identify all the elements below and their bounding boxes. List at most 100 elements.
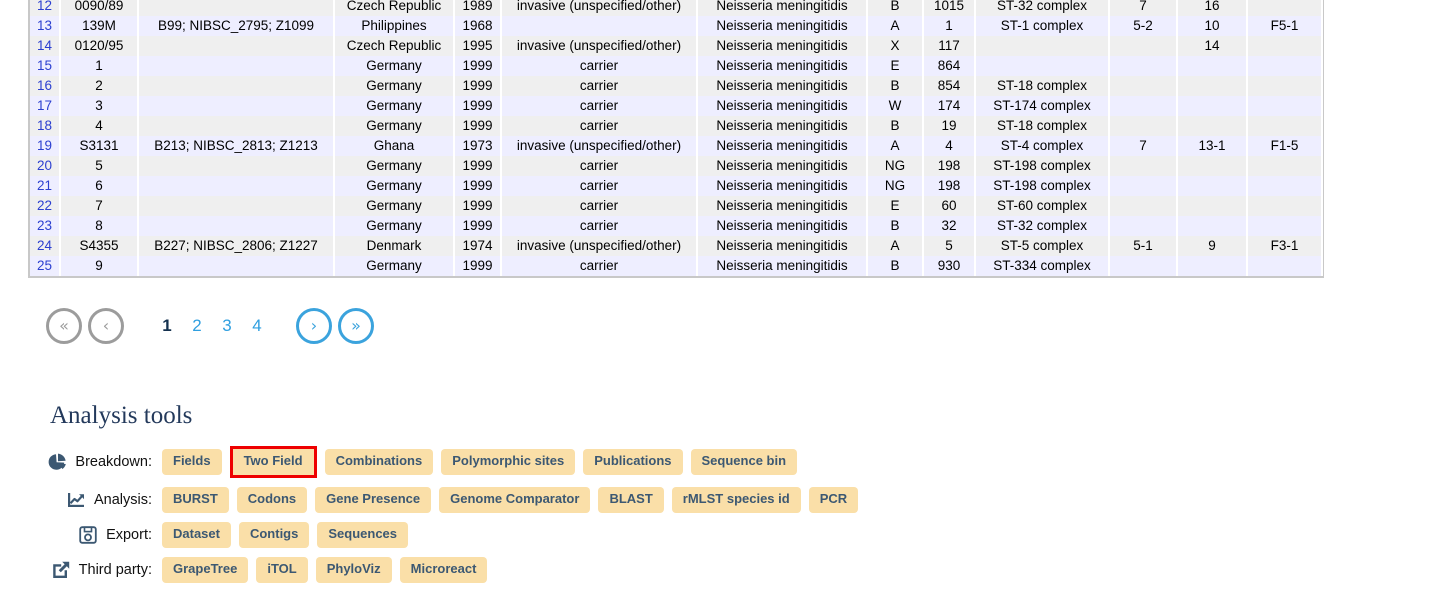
table-cell-st: 60 [923,196,976,216]
pagination-next-button[interactable]: › [296,308,332,344]
pagination-first-button[interactable]: « [46,308,82,344]
table-cell-pa [1109,116,1178,136]
table-row-number-link[interactable]: 18 [30,116,61,136]
pagination-page-2[interactable]: 2 [182,316,212,336]
chevron-left-icon: ‹ [102,316,110,335]
table-row: 14 0120/95 Czech Republic 1995 invasive (uns… [30,36,1323,56]
tool-button-sequence-bin[interactable]: Sequence bin [690,449,798,475]
table-cell-id: 6 [60,176,139,196]
table-cell-pa: 7 [1109,0,1178,16]
table-cell-fet [1247,56,1323,76]
analysis-tools-heading: Analysis tools [50,402,193,429]
table-cell-id: 4 [60,116,139,136]
table-row-number-link[interactable]: 15 [30,56,61,76]
table-cell-disease: carrier [501,56,698,76]
tool-button-burst[interactable]: BURST [162,486,229,513]
pagination-page-3[interactable]: 3 [212,316,242,336]
tool-button-two-field[interactable]: Two Field [232,449,314,475]
table-cell-aliases: B213; NIBSC_2813; Z1213 [138,136,335,156]
analysis-tool-rows: Breakdown: Fields Two Field Combinations Pol… [49,446,1150,583]
table-row-number-link[interactable]: 17 [30,96,61,116]
tool-button-gene-presence[interactable]: Gene Presence [315,486,432,513]
tool-button-genome-comparator[interactable]: Genome Comparator [439,486,591,513]
table-cell-pa [1109,176,1178,196]
pagination-last-button[interactable]: » [338,308,374,344]
tool-row-label: Export: [106,526,152,543]
table-cell-aliases [138,96,335,116]
table-row-number-link[interactable]: 24 [30,236,61,256]
table-cell-country: Germany [334,96,455,116]
table-cell-st: 4 [923,136,976,156]
tool-button-phyloviz[interactable]: PhyloViz [315,556,392,583]
table-row-number-link[interactable]: 20 [30,156,61,176]
table-cell-st: 19 [923,116,976,136]
table-cell-country: Ghana [334,136,455,156]
table-cell-st: 5 [923,236,976,256]
table-cell-cc [975,36,1110,56]
tool-button-fields[interactable]: Fields [162,449,222,475]
table-row-number-link[interactable]: 16 [30,76,61,96]
table-cell-cc: ST-18 complex [975,116,1110,136]
table-row-number-link[interactable]: 14 [30,36,61,56]
table-cell-species: Neisseria meningitidis [697,236,868,256]
table-row: 13 139M B99; NIBSC_2795; Z1099 Philippines 1… [30,16,1323,36]
tool-button-blast[interactable]: BLAST [598,486,664,513]
table-cell-aliases [138,196,335,216]
table-cell-fet [1247,196,1323,216]
table-cell-disease: carrier [501,76,698,96]
table-cell-pa [1109,216,1178,236]
table-row-number-link[interactable]: 12 [30,0,61,16]
table-cell-st: 32 [923,216,976,236]
pagination-page-1[interactable]: 1 [152,316,182,336]
table-row-number-link[interactable]: 13 [30,16,61,36]
table-cell-pb [1177,76,1248,96]
table-cell-cc: ST-198 complex [975,176,1110,196]
tool-button-contigs[interactable]: Contigs [238,521,310,548]
table-row-number-link[interactable]: 23 [30,216,61,236]
table-row: 18 4 Germany 1999 carrier Neisseria meningiti… [30,116,1323,136]
table-cell-st: 1 [923,16,976,36]
table-cell-st: 174 [923,96,976,116]
table-row-number-link[interactable]: 22 [30,196,61,216]
tool-button-polymorphic-sites[interactable]: Polymorphic sites [441,449,576,475]
table-cell-aliases [138,156,335,176]
table-row-number-link[interactable]: 25 [30,256,61,276]
tool-button-rmlst-species-id[interactable]: rMLST species id [671,486,801,513]
tool-button-group: BURST Codons Gene Presence Genome Comparato… [162,486,866,513]
tool-button-sequences[interactable]: Sequences [317,521,409,548]
table-cell-species: Neisseria meningitidis [697,256,868,276]
pagination-page-4[interactable]: 4 [242,316,272,336]
tool-button-itol[interactable]: iTOL [256,556,308,583]
table-cell-id: 7 [60,196,139,216]
table-cell-sero: B [867,0,924,16]
table-cell-fet [1247,256,1323,276]
table-cell-year: 1999 [454,56,502,76]
table-cell-pb [1177,156,1248,176]
results-table-body: 12 0090/89 Czech Republic 1989 invasive (uns… [30,0,1323,276]
table-cell-id: 3 [60,96,139,116]
tool-button-microreact[interactable]: Microreact [399,556,488,583]
tool-button-combinations[interactable]: Combinations [324,449,434,475]
table-cell-cc: ST-32 complex [975,216,1110,236]
table-cell-pa [1109,196,1178,216]
tool-button-dataset[interactable]: Dataset [162,521,231,548]
table-row-number-link[interactable]: 19 [30,136,61,156]
table-cell-fet: F5-1 [1247,16,1323,36]
pagination-prev-button[interactable]: ‹ [88,308,124,344]
tool-button-pcr[interactable]: PCR [808,486,859,513]
tool-button-codons[interactable]: Codons [236,486,308,513]
table-cell-id: 8 [60,216,139,236]
table-cell-pa [1109,156,1178,176]
save-disk-icon [77,524,99,546]
tool-row-label-group: Export: [50,524,162,546]
table-cell-pa [1109,56,1178,76]
table-cell-aliases [138,176,335,196]
tool-button-publications[interactable]: Publications [583,449,683,475]
table-row-number-link[interactable]: 21 [30,176,61,196]
table-cell-st: 864 [923,56,976,76]
table-cell-pb [1177,176,1248,196]
tool-button-grapetree[interactable]: GrapeTree [162,556,249,583]
table-cell-pa: 7 [1109,136,1178,156]
table-cell-disease: carrier [501,196,698,216]
tool-row-export: Export: Dataset Contigs Sequences [50,521,1150,548]
